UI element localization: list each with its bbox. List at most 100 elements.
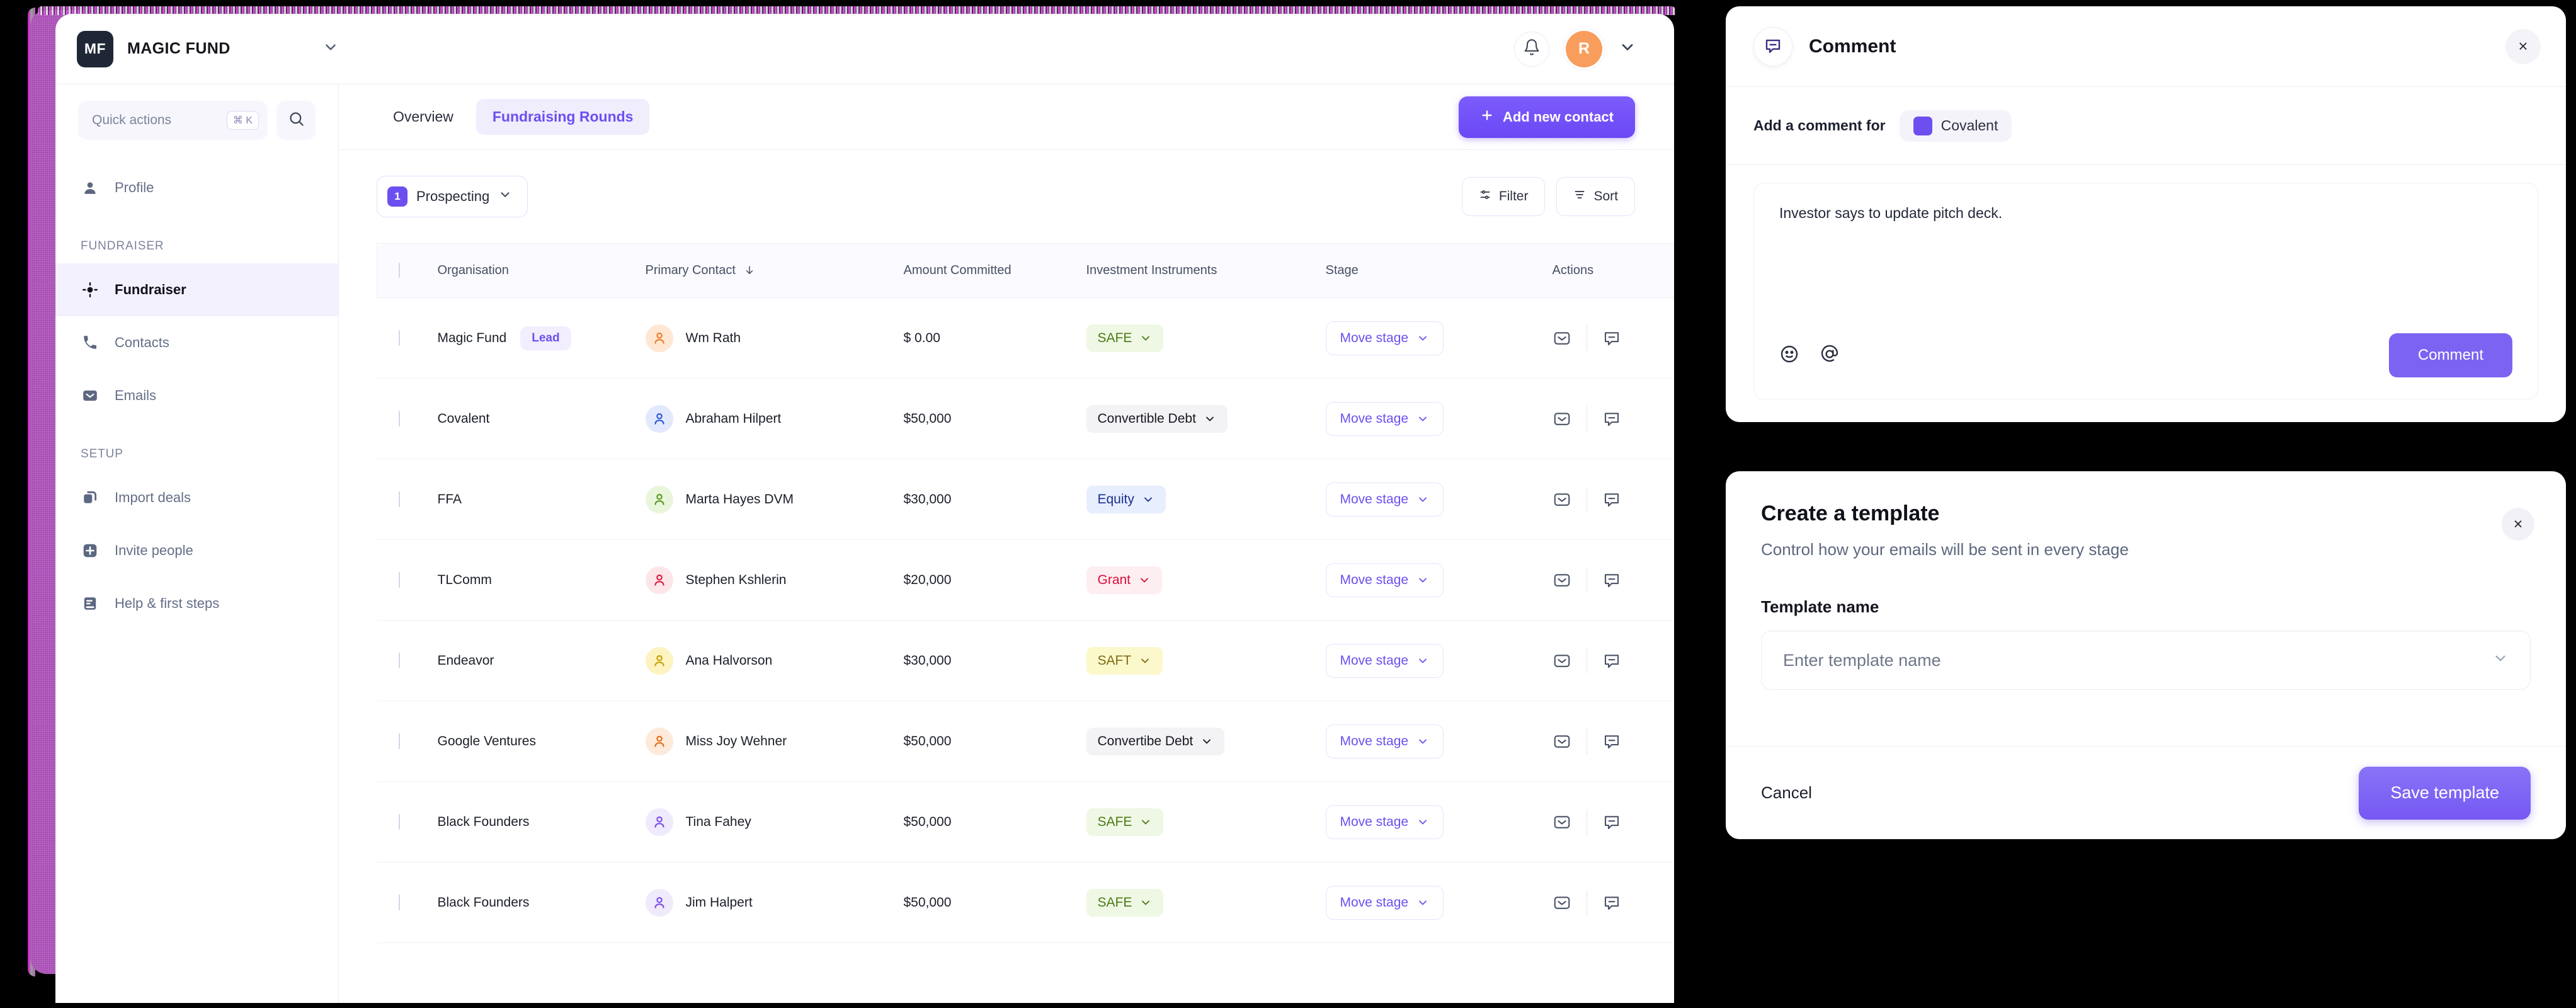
row-checkbox[interactable]: [398, 491, 400, 507]
row-checkbox[interactable]: [398, 733, 400, 749]
row-checkbox[interactable]: [398, 329, 400, 346]
move-stage-label: Move stage: [1340, 491, 1409, 507]
emoji-icon[interactable]: [1779, 344, 1799, 367]
comment-icon[interactable]: [1602, 732, 1621, 751]
table-row[interactable]: Covalent Abraham Hilpert $50,000 Convertibl…: [377, 378, 1674, 459]
table-row[interactable]: FFA Marta Hayes DVM $30,000 Equity Move stag…: [377, 459, 1674, 540]
comment-icon[interactable]: [1602, 490, 1621, 509]
table-row[interactable]: TLComm Stephen Kshlerin $20,000 Grant Move s…: [377, 539, 1674, 621]
comment-icon[interactable]: [1602, 893, 1621, 912]
table-row[interactable]: Black Founders Tina Fahey $50,000 SAFE Move …: [377, 781, 1674, 862]
cell-organisation: Google Ventures: [437, 701, 646, 782]
instrument-label: Convertibe Debt: [1097, 733, 1194, 748]
send-email-icon[interactable]: [1553, 490, 1571, 509]
comment-text[interactable]: Investor says to update pitch deck.: [1779, 205, 2512, 333]
cell-actions: [1552, 539, 1674, 621]
instrument-label: Convertible Debt: [1097, 411, 1196, 426]
close-icon[interactable]: ×: [2505, 28, 2541, 64]
move-stage-button[interactable]: Move stage: [1325, 643, 1444, 678]
move-stage-button[interactable]: Move stage: [1325, 321, 1444, 355]
organisation-name: TLComm: [437, 572, 492, 587]
submit-comment-button[interactable]: Comment: [2388, 333, 2512, 377]
sidebar-item-profile[interactable]: Profile: [55, 161, 338, 214]
move-stage-button[interactable]: Move stage: [1325, 805, 1444, 839]
template-name-input[interactable]: Enter template name: [1761, 631, 2531, 690]
row-checkbox[interactable]: [398, 894, 400, 910]
column-header-amount-committed[interactable]: Amount Committed: [903, 243, 1086, 298]
template-modal-footer: Cancel Save template: [1726, 746, 2566, 839]
move-stage-label: Move stage: [1340, 411, 1409, 426]
instrument-dropdown[interactable]: Grant: [1086, 566, 1163, 594]
close-icon[interactable]: ×: [2502, 508, 2534, 541]
comment-editor[interactable]: Investor says to update pitch deck. Comm…: [1753, 183, 2538, 399]
instrument-dropdown[interactable]: Convertibe Debt: [1086, 727, 1225, 755]
move-stage-button[interactable]: Move stage: [1325, 482, 1444, 517]
send-email-icon[interactable]: [1553, 329, 1571, 348]
filter-button[interactable]: Filter: [1461, 177, 1546, 216]
table-row[interactable]: Black Founders Jim Halpert $50,000 SAFE Move…: [377, 862, 1674, 943]
send-email-icon[interactable]: [1553, 410, 1571, 428]
column-header-stage[interactable]: Stage: [1325, 243, 1553, 298]
instrument-dropdown[interactable]: Convertible Debt: [1086, 404, 1228, 433]
account-chevron-down-icon[interactable]: [1619, 38, 1636, 59]
move-stage-button[interactable]: Move stage: [1325, 563, 1444, 597]
copy-icon: [81, 488, 100, 507]
instrument-dropdown[interactable]: Equity: [1086, 485, 1166, 513]
add-new-contact-button[interactable]: Add new contact: [1458, 96, 1635, 138]
row-checkbox[interactable]: [398, 652, 400, 668]
send-email-icon[interactable]: [1553, 732, 1571, 751]
notifications-button[interactable]: [1514, 31, 1549, 67]
row-checkbox[interactable]: [398, 571, 400, 588]
workspace-switcher[interactable]: MF MAGIC FUND: [55, 30, 339, 67]
send-email-icon[interactable]: [1553, 651, 1571, 670]
comment-icon[interactable]: [1602, 813, 1621, 832]
cell-organisation: Endeavor: [437, 620, 646, 701]
save-template-button[interactable]: Save template: [2359, 766, 2531, 820]
sidebar-item-fundraiser[interactable]: Fundraiser: [55, 263, 338, 316]
send-email-icon[interactable]: [1553, 813, 1571, 832]
mention-icon[interactable]: [1820, 344, 1840, 367]
search-button[interactable]: [276, 101, 316, 140]
send-email-icon[interactable]: [1553, 571, 1571, 590]
sidebar-item-emails[interactable]: Emails: [55, 369, 338, 422]
instrument-dropdown[interactable]: SAFE: [1086, 808, 1164, 836]
avatar[interactable]: R: [1566, 30, 1602, 67]
sidebar-item-contacts[interactable]: Contacts: [55, 316, 338, 369]
cell-primary-contact: Marta Hayes DVM: [645, 459, 904, 540]
tab-fundraising-rounds[interactable]: Fundraising Rounds: [476, 99, 650, 135]
comment-icon[interactable]: [1602, 329, 1621, 348]
quick-actions-input[interactable]: Quick actions ⌘ K: [78, 101, 268, 140]
comment-icon[interactable]: [1602, 571, 1621, 590]
filter-label: Filter: [1498, 189, 1529, 203]
column-header-organisation[interactable]: Organisation: [437, 243, 646, 298]
instrument-dropdown[interactable]: SAFT: [1086, 646, 1163, 675]
move-stage-button[interactable]: Move stage: [1325, 885, 1444, 920]
table-row[interactable]: Endeavor Ana Halvorson $30,000 SAFT Move sta…: [377, 620, 1674, 701]
move-stage-button[interactable]: Move stage: [1325, 401, 1444, 436]
table-row[interactable]: Magic Fund Lead Wm Rath $ 0.00 SAFE Move stag…: [377, 297, 1674, 379]
sort-button[interactable]: Sort: [1556, 177, 1635, 216]
stage-filter-dropdown[interactable]: 1 Prospecting: [377, 176, 528, 217]
tab-overview[interactable]: Overview: [377, 99, 470, 135]
instrument-dropdown[interactable]: SAFE: [1086, 888, 1164, 917]
sidebar-item-import-deals[interactable]: Import deals: [55, 471, 338, 524]
sidebar-item-invite-people[interactable]: Invite people: [55, 524, 338, 577]
column-header-primary-contact[interactable]: Primary Contact: [645, 243, 904, 298]
template-modal-title: Create a template: [1761, 501, 1940, 525]
sidebar-item-help-first-steps[interactable]: Help & first steps: [55, 577, 338, 630]
avatar: [645, 324, 673, 352]
table-row[interactable]: Google Ventures Miss Joy Wehner $50,000 Con…: [377, 701, 1674, 782]
comment-org-chip[interactable]: Covalent: [1899, 110, 2012, 142]
row-checkbox[interactable]: [398, 410, 400, 427]
send-email-icon[interactable]: [1553, 893, 1571, 912]
instrument-dropdown[interactable]: SAFE: [1086, 324, 1164, 352]
select-all-checkbox[interactable]: [399, 263, 400, 278]
row-checkbox[interactable]: [398, 813, 400, 830]
bell-icon: [1523, 38, 1541, 59]
comment-icon[interactable]: [1602, 651, 1621, 670]
cancel-button[interactable]: Cancel: [1761, 783, 1812, 803]
comment-icon[interactable]: [1602, 410, 1621, 428]
column-header-investment-instruments[interactable]: Investment Instruments: [1086, 243, 1326, 298]
cell-investment-instrument: Convertibe Debt: [1086, 701, 1326, 782]
move-stage-button[interactable]: Move stage: [1325, 724, 1444, 759]
